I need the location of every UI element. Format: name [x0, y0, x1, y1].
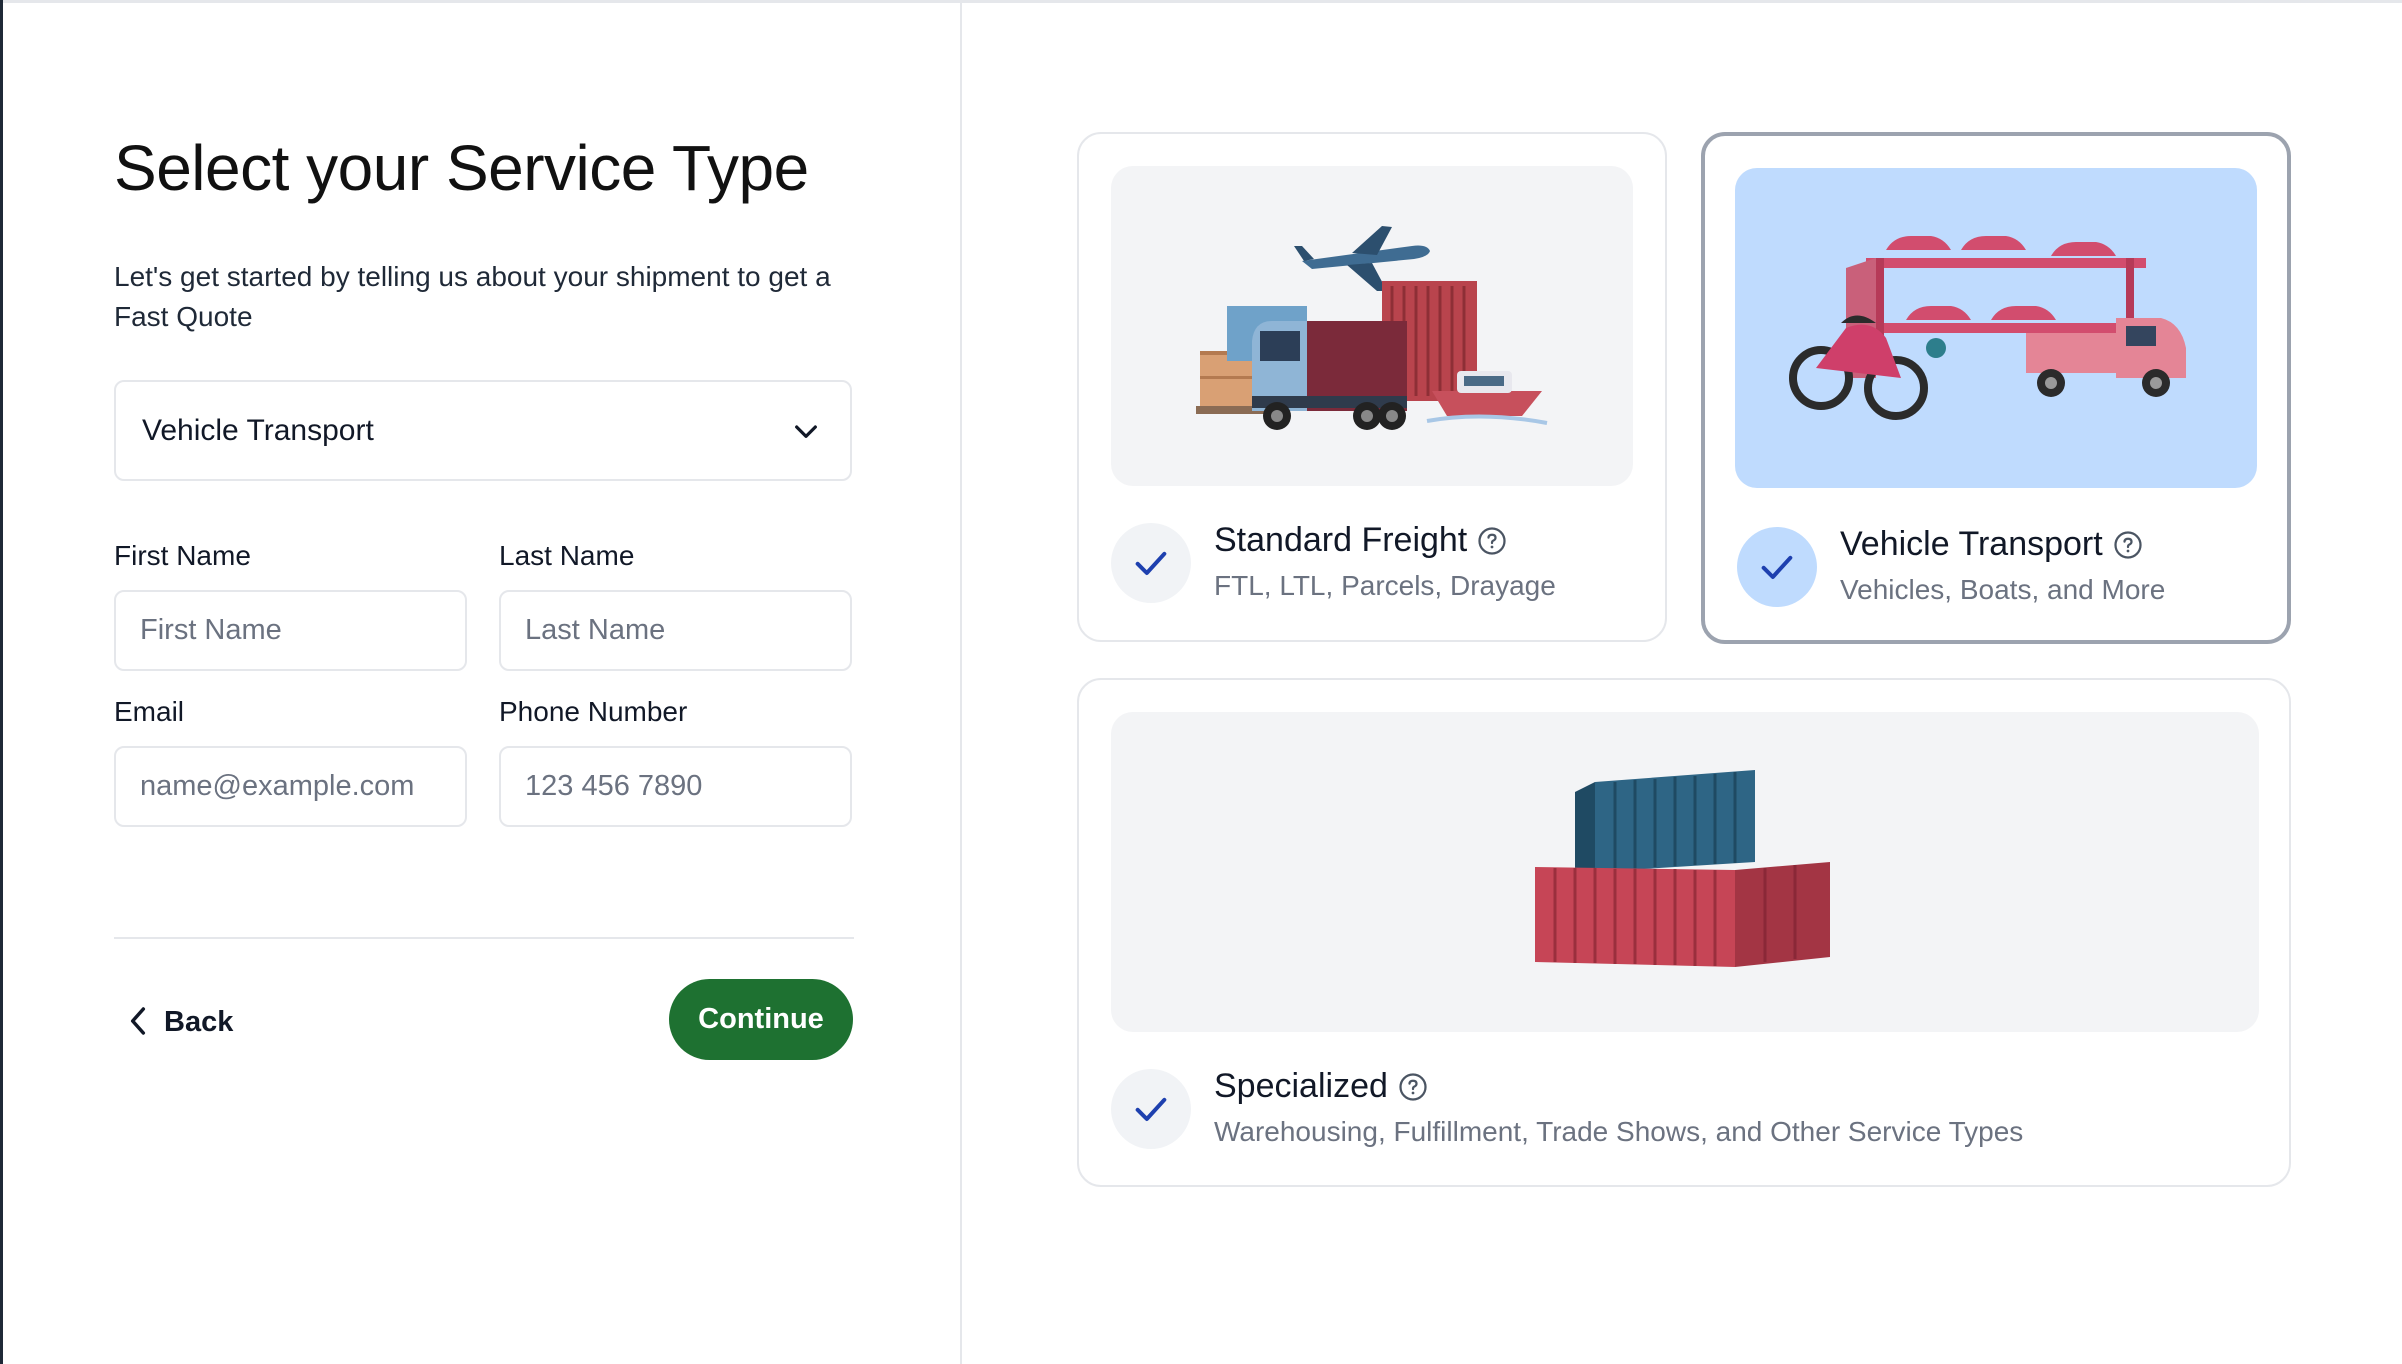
help-circle-icon[interactable] [2113, 530, 2143, 560]
form-panel: Select your Service Type Let's get start… [3, 3, 962, 1364]
service-card-title: Vehicle Transport [1840, 525, 2143, 564]
back-button-label: Back [164, 1005, 234, 1038]
service-card-title: Standard Freight [1214, 521, 1507, 560]
service-card-standard-freight[interactable]: Standard Freight FTL, LTL, Parcels, Dray… [1077, 132, 1667, 642]
first-name-label: First Name [114, 540, 251, 571]
containers-illustration [1111, 712, 2259, 1032]
service-type-select[interactable]: Vehicle Transport [114, 380, 852, 481]
form-divider [114, 937, 854, 939]
page-left-border [0, 0, 3, 1364]
check-icon [1111, 1069, 1191, 1149]
service-card-title: Specialized [1214, 1067, 1428, 1106]
email-input[interactable] [114, 746, 467, 827]
help-circle-icon[interactable] [1398, 1072, 1428, 1102]
vehicle-transport-illustration [1735, 168, 2257, 488]
check-icon [1111, 523, 1191, 603]
service-card-specialized[interactable]: Specialized Warehousing, Fulfillment, Tr… [1077, 678, 2291, 1187]
chevron-down-icon [788, 413, 824, 449]
phone-number-input[interactable] [499, 746, 852, 827]
phone-number-label: Phone Number [499, 696, 688, 727]
check-icon [1737, 527, 1817, 607]
last-name-input[interactable] [499, 590, 852, 671]
last-name-label: Last Name [499, 540, 635, 571]
continue-button[interactable]: Continue [669, 979, 853, 1060]
service-card-subtitle: Warehousing, Fulfillment, Trade Shows, a… [1214, 1116, 2024, 1147]
first-name-input[interactable] [114, 590, 467, 671]
service-card-subtitle: FTL, LTL, Parcels, Drayage [1214, 570, 1556, 601]
chevron-left-icon [126, 1005, 150, 1040]
email-label: Email [114, 696, 185, 727]
back-button[interactable]: Back [126, 997, 233, 1047]
page-subtitle: Let's get started by telling us about yo… [114, 261, 831, 332]
help-circle-icon[interactable] [1477, 526, 1507, 556]
freight-illustration [1111, 166, 1633, 486]
page-title: Select your Service Type [114, 132, 809, 204]
service-card-subtitle: Vehicles, Boats, and More [1840, 574, 2166, 605]
service-card-vehicle-transport[interactable]: Vehicle Transport Vehicles, Boats, and M… [1701, 132, 2291, 644]
service-type-select-value: Vehicle Transport [142, 413, 374, 447]
